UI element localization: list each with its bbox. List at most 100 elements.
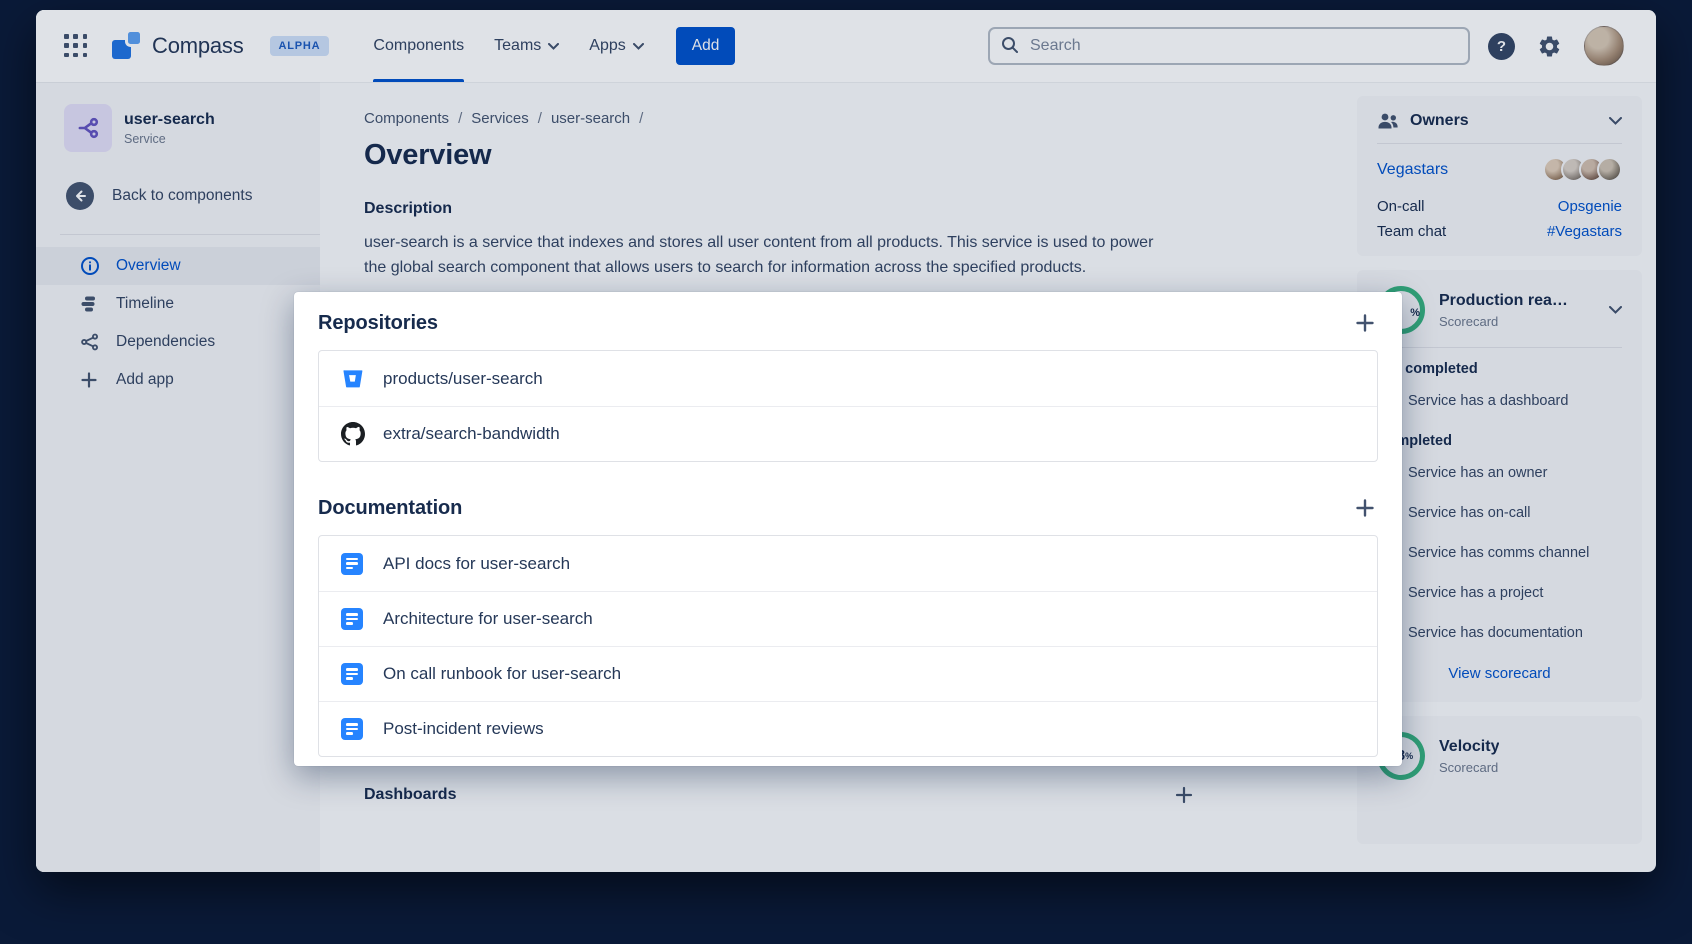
view-scorecard-link[interactable]: View scorecard bbox=[1377, 665, 1622, 682]
documentation-heading: Documentation bbox=[318, 497, 462, 520]
breadcrumb-components[interactable]: Components bbox=[364, 110, 449, 127]
breadcrumb-user-search[interactable]: user-search bbox=[551, 110, 630, 127]
sidebar-item-label: Add app bbox=[116, 371, 174, 389]
nav-components[interactable]: Components bbox=[373, 10, 464, 82]
compass-logo-text: Compass bbox=[152, 33, 244, 59]
on-call-label: On-call bbox=[1377, 198, 1425, 215]
question-mark-icon: ? bbox=[1497, 38, 1506, 55]
dashboards-heading: Dashboards bbox=[364, 786, 456, 804]
breadcrumb-separator: / bbox=[639, 110, 643, 127]
velocity-percent-sign: % bbox=[1405, 751, 1413, 761]
nav-right-cluster: ? bbox=[988, 26, 1624, 66]
repository-row[interactable]: products/user-search bbox=[319, 351, 1377, 406]
sidebar-item-label: Overview bbox=[116, 257, 181, 275]
sidebar-item-overview[interactable]: Overview bbox=[36, 247, 320, 285]
chevron-down-icon[interactable] bbox=[1609, 117, 1622, 125]
add-button[interactable]: Add bbox=[676, 27, 736, 65]
description-text: user-search is a service that indexes an… bbox=[364, 230, 1176, 280]
scorecard-item-label: Service has comms channel bbox=[1408, 545, 1589, 561]
add-repository-button[interactable] bbox=[1352, 310, 1378, 336]
plus-icon bbox=[80, 371, 102, 389]
alpha-badge: ALPHA bbox=[270, 36, 330, 56]
chevron-down-icon bbox=[633, 43, 644, 50]
repositories-list: products/user-search extra/search-bandwi… bbox=[318, 350, 1378, 462]
scorecard-item: Service has a project bbox=[1377, 573, 1622, 613]
production-readiness-subtitle: Scorecard bbox=[1439, 314, 1577, 329]
global-search bbox=[988, 27, 1470, 65]
scorecard-item-label: Service has a project bbox=[1408, 585, 1543, 601]
team-link[interactable]: Vegastars bbox=[1377, 161, 1448, 179]
velocity-title: Velocity bbox=[1439, 738, 1499, 756]
documentation-row[interactable]: On call runbook for user-search bbox=[319, 646, 1377, 701]
documentation-row[interactable]: API docs for user-search bbox=[319, 536, 1377, 591]
repository-name: extra/search-bandwidth bbox=[383, 424, 560, 444]
sidebar-item-dependencies[interactable]: Dependencies bbox=[36, 323, 320, 361]
page-title: Overview bbox=[364, 139, 1340, 172]
left-sidebar: user-search Service Back to components O… bbox=[36, 82, 320, 872]
document-icon bbox=[341, 718, 367, 740]
documentation-list: API docs for user-search Architecture fo… bbox=[318, 535, 1378, 757]
repository-row[interactable]: extra/search-bandwidth bbox=[319, 406, 1377, 461]
nav-teams[interactable]: Teams bbox=[494, 10, 559, 82]
document-name: On call runbook for user-search bbox=[383, 664, 621, 684]
nav-components-label: Components bbox=[373, 37, 464, 55]
user-avatar[interactable] bbox=[1584, 26, 1624, 66]
production-readiness-title: Production readiness bbox=[1439, 292, 1577, 310]
production-readiness-percent: % bbox=[1410, 307, 1420, 319]
component-type: Service bbox=[124, 132, 215, 146]
add-documentation-button[interactable] bbox=[1352, 495, 1378, 521]
document-name: Post-incident reviews bbox=[383, 719, 544, 739]
breadcrumb: Components / Services / user-search / bbox=[364, 110, 1340, 127]
component-header: user-search Service bbox=[36, 104, 320, 152]
documentation-row[interactable]: Post-incident reviews bbox=[319, 701, 1377, 756]
sidebar-item-timeline[interactable]: Timeline bbox=[36, 285, 320, 323]
bitbucket-icon bbox=[341, 367, 367, 390]
scorecard-item: Service has documentation bbox=[1377, 613, 1622, 653]
scorecard-item-label: Service has documentation bbox=[1408, 625, 1583, 641]
owner-team-row: Vegastars bbox=[1377, 157, 1622, 182]
top-navigation: Compass ALPHA Components Teams Apps Add … bbox=[36, 10, 1656, 82]
repositories-heading: Repositories bbox=[318, 312, 438, 335]
opsgenie-link[interactable]: Opsgenie bbox=[1558, 198, 1622, 215]
sidebar-item-label: Dependencies bbox=[116, 333, 215, 351]
help-button[interactable]: ? bbox=[1488, 33, 1515, 60]
back-to-components[interactable]: Back to components bbox=[36, 182, 320, 210]
back-label: Back to components bbox=[112, 187, 252, 205]
not-completed-label: Not completed bbox=[1377, 361, 1622, 381]
component-name: user-search bbox=[124, 111, 215, 129]
sidebar-item-add-app[interactable]: Add app bbox=[36, 361, 320, 399]
completed-label: Completed bbox=[1377, 433, 1622, 453]
info-icon bbox=[80, 256, 102, 276]
nav-apps-label: Apps bbox=[589, 37, 625, 55]
document-name: API docs for user-search bbox=[383, 554, 570, 574]
team-chat-link[interactable]: #Vegastars bbox=[1547, 223, 1622, 240]
service-icon bbox=[64, 104, 112, 152]
search-icon bbox=[1000, 35, 1020, 60]
owners-heading: Owners bbox=[1410, 112, 1469, 130]
documentation-row[interactable]: Architecture for user-search bbox=[319, 591, 1377, 646]
settings-gear-icon[interactable] bbox=[1537, 34, 1562, 59]
velocity-subtitle: Scorecard bbox=[1439, 760, 1499, 775]
team-chat-label: Team chat bbox=[1377, 223, 1446, 240]
nav-apps[interactable]: Apps bbox=[589, 10, 643, 82]
compass-logo[interactable]: Compass bbox=[112, 31, 244, 61]
document-icon bbox=[341, 663, 367, 685]
breadcrumb-services[interactable]: Services bbox=[471, 110, 529, 127]
scorecard-item: Service has on-call bbox=[1377, 493, 1622, 533]
breadcrumb-separator: / bbox=[458, 110, 462, 127]
chevron-down-icon[interactable] bbox=[1609, 306, 1622, 314]
team-avatars[interactable] bbox=[1543, 157, 1622, 182]
app-window: Compass ALPHA Components Teams Apps Add … bbox=[36, 10, 1656, 872]
repository-name: products/user-search bbox=[383, 369, 543, 389]
chevron-down-icon bbox=[548, 43, 559, 50]
repositories-documentation-modal: Repositories products/user-search extra/… bbox=[294, 292, 1402, 766]
document-icon bbox=[341, 608, 367, 630]
github-icon bbox=[341, 422, 367, 446]
sidebar-divider bbox=[60, 234, 320, 235]
scorecard-item-label: Service has on-call bbox=[1408, 505, 1531, 521]
add-dashboard-button[interactable] bbox=[1172, 783, 1196, 807]
compass-logo-icon bbox=[112, 31, 142, 61]
search-input[interactable] bbox=[988, 27, 1470, 65]
timeline-icon bbox=[80, 294, 102, 314]
app-switcher-icon[interactable] bbox=[64, 34, 88, 58]
